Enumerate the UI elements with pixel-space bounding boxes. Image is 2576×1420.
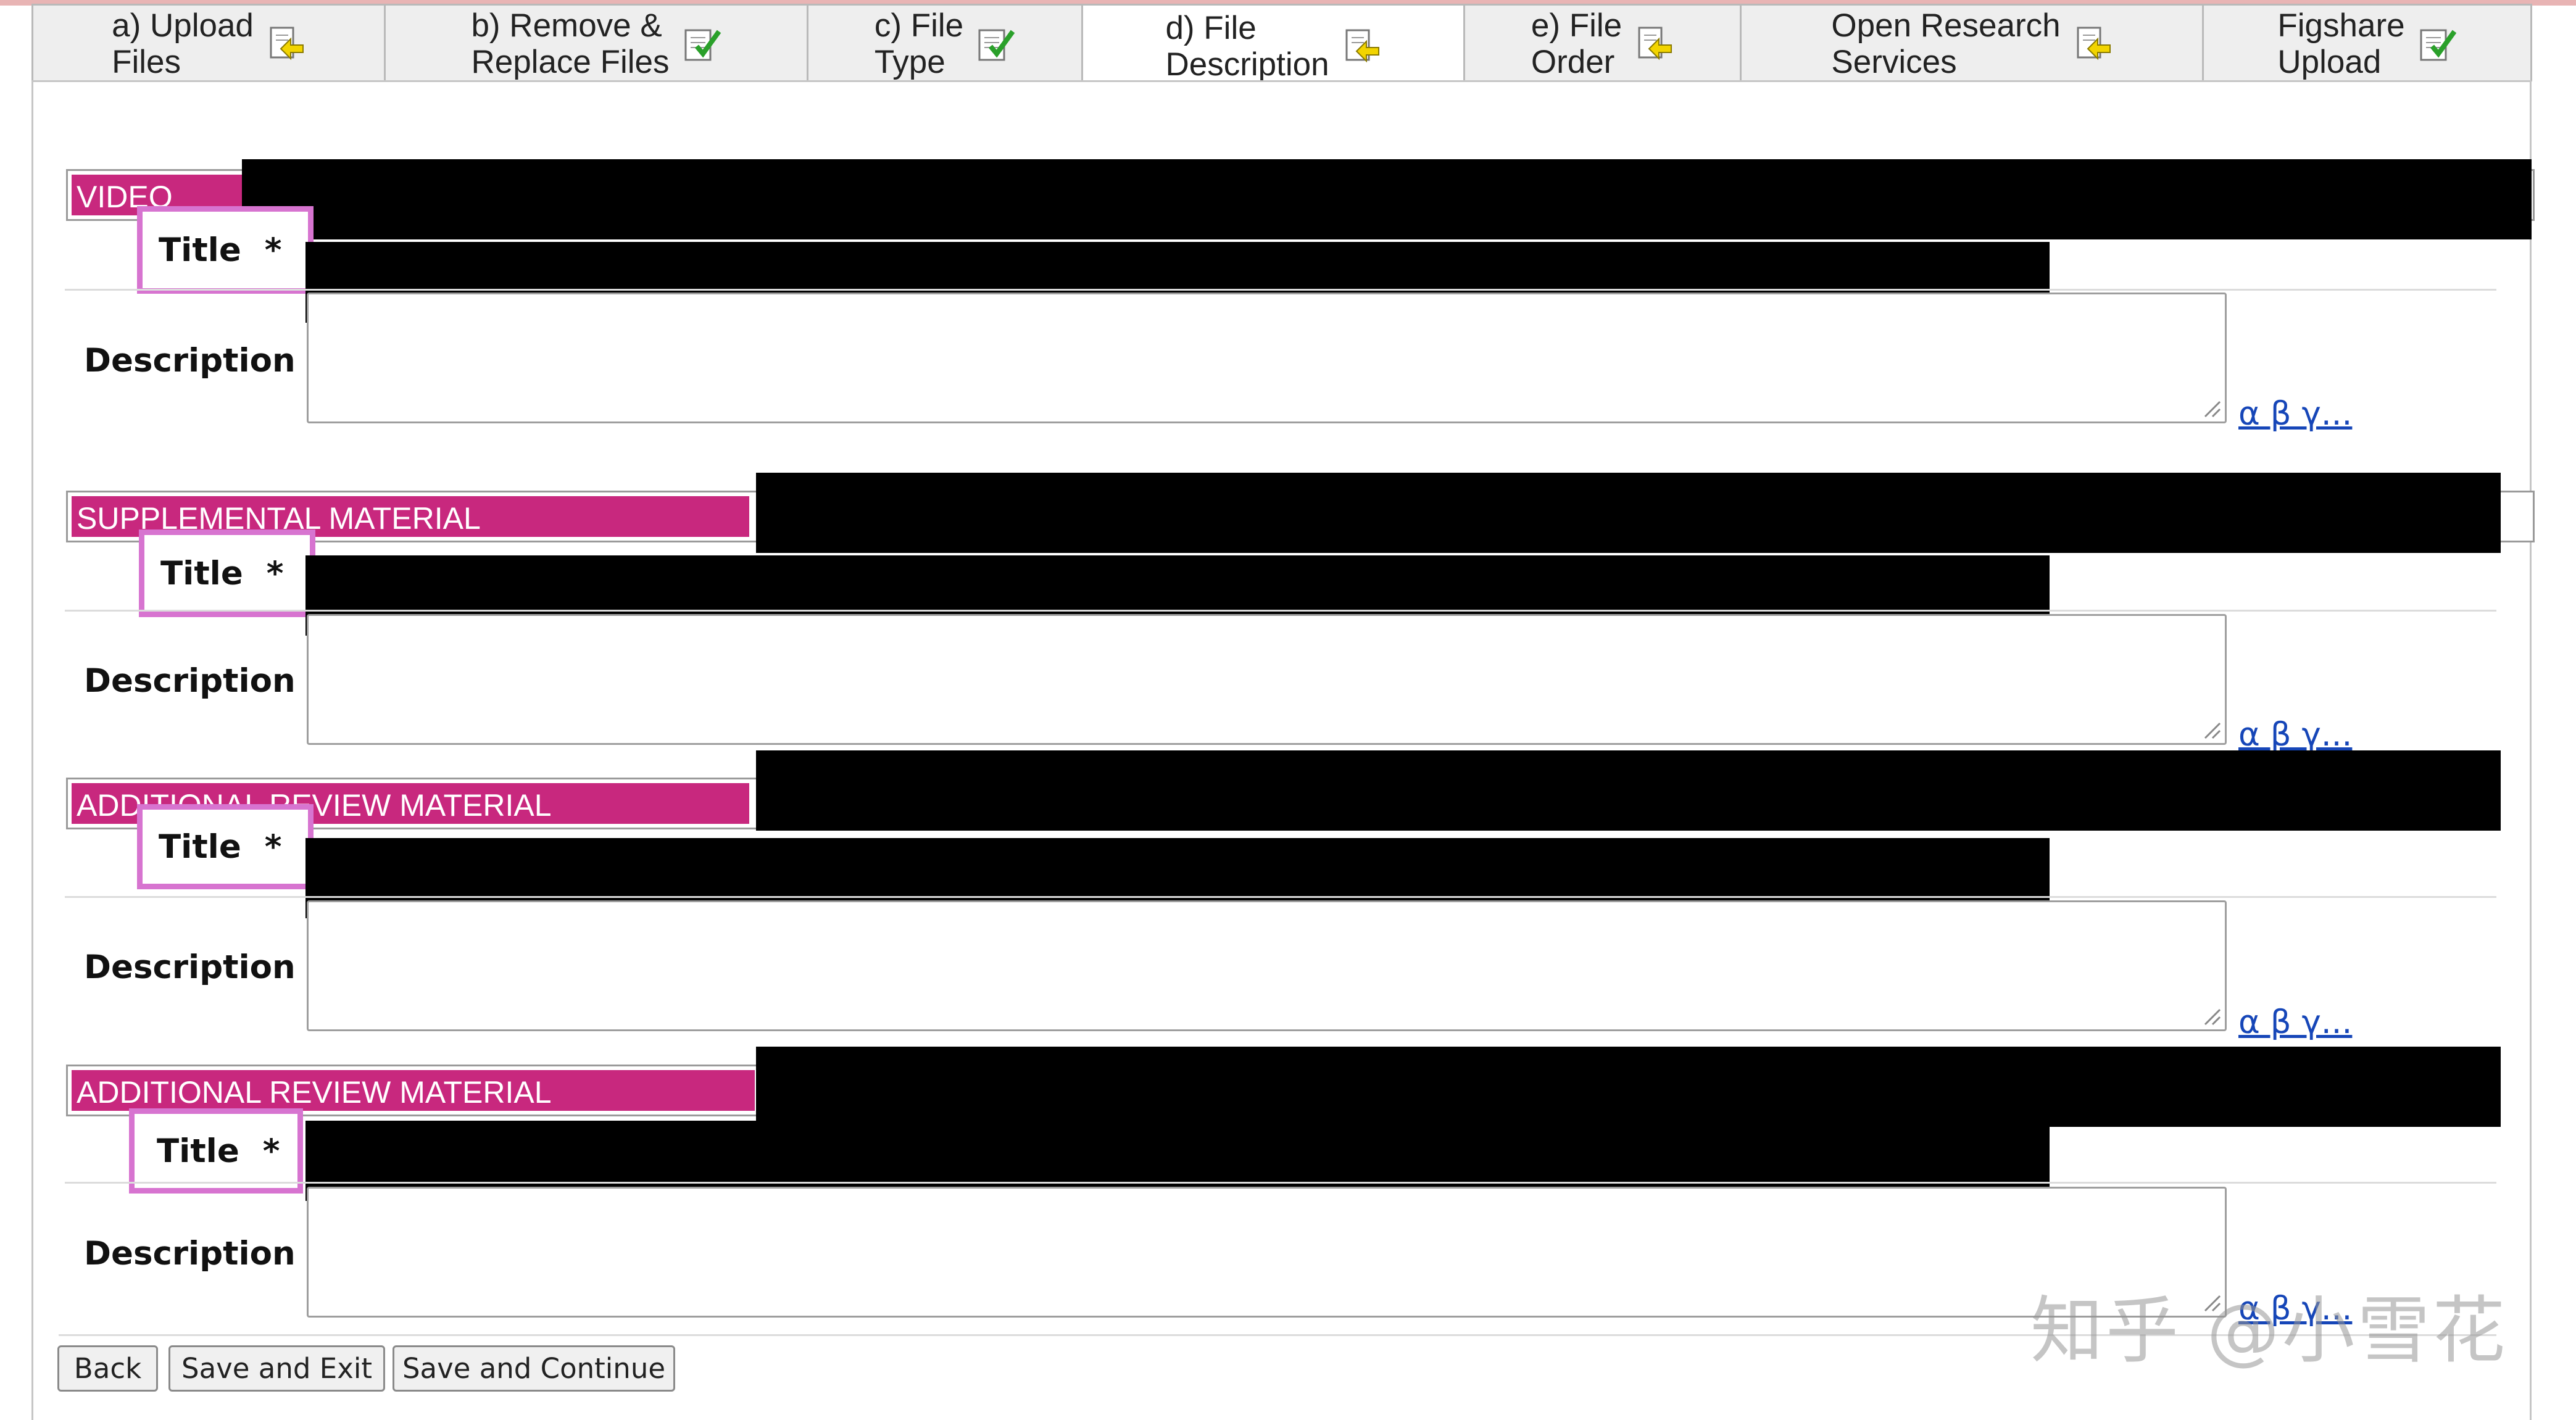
- tab-label: Open Research Services: [1831, 7, 2061, 80]
- resize-grip-icon[interactable]: [2201, 398, 2221, 418]
- tab-file-type[interactable]: c) File Type: [807, 4, 1083, 81]
- description-textarea[interactable]: [307, 1187, 2227, 1318]
- required-mark: *: [262, 1132, 280, 1170]
- title-label: Title: [159, 231, 241, 269]
- redacted-block: [756, 473, 2501, 553]
- description-label: Description: [84, 342, 296, 380]
- tab-file-description[interactable]: d) File Description: [1081, 4, 1465, 87]
- tab-remove-replace[interactable]: b) Remove & Replace Files: [384, 4, 808, 81]
- tab-label: Figshare Upload: [2277, 7, 2405, 80]
- required-mark: *: [264, 828, 282, 866]
- description-label: Description: [84, 949, 296, 986]
- title-label-box: Title *: [137, 206, 314, 294]
- row-separator: [65, 896, 2496, 898]
- row-separator: [65, 1182, 2496, 1184]
- row-separator: [65, 610, 2496, 612]
- arrow-back-icon: [2077, 27, 2111, 60]
- check-doc-icon: [978, 29, 1015, 60]
- tab-label: b) Remove & Replace Files: [471, 7, 670, 80]
- arrow-back-icon: [270, 27, 304, 60]
- resize-grip-icon[interactable]: [2201, 720, 2221, 739]
- description-textarea[interactable]: [307, 614, 2227, 745]
- title-label-box: Title *: [137, 804, 314, 889]
- back-button[interactable]: Back: [57, 1345, 158, 1392]
- special-characters-link[interactable]: α β γ...: [2238, 716, 2352, 754]
- arrow-back-icon: [1638, 27, 1672, 60]
- title-label: Title: [159, 828, 241, 866]
- tab-label: e) File Order: [1531, 7, 1622, 80]
- arrow-back-icon: [1345, 29, 1379, 63]
- special-characters-link[interactable]: α β γ...: [2238, 395, 2352, 433]
- description-label: Description: [84, 1235, 296, 1273]
- save-and-continue-button[interactable]: Save and Continue: [393, 1345, 675, 1392]
- special-characters-link[interactable]: α β γ...: [2238, 1003, 2352, 1041]
- tab-file-order[interactable]: e) File Order: [1463, 4, 1742, 81]
- section-heading: ADDITIONAL REVIEW MATERIAL: [72, 1070, 755, 1111]
- save-and-exit-button[interactable]: Save and Exit: [168, 1345, 385, 1392]
- check-doc-icon: [684, 29, 721, 60]
- tab-open-research-services[interactable]: Open Research Services: [1740, 4, 2204, 81]
- description-textarea[interactable]: [307, 293, 2227, 423]
- redacted-block: [756, 750, 2501, 831]
- tab-upload-files[interactable]: a) Upload Files: [31, 4, 386, 81]
- tab-label: d) File Description: [1165, 10, 1329, 83]
- check-doc-icon: [2420, 29, 2456, 60]
- watermark: 知乎 @小雪花: [2030, 1288, 2508, 1373]
- resize-grip-icon[interactable]: [2201, 1006, 2221, 1026]
- title-label: Title: [157, 1132, 239, 1170]
- title-label: Title: [160, 554, 243, 592]
- required-mark: *: [266, 554, 284, 592]
- tab-label: a) Upload Files: [112, 7, 254, 80]
- description-label: Description: [84, 662, 296, 700]
- tab-figshare-upload[interactable]: Figshare Upload: [2202, 4, 2532, 81]
- tab-label: c) File Type: [874, 7, 964, 80]
- description-textarea[interactable]: [307, 900, 2227, 1031]
- title-label-box: Title *: [129, 1108, 303, 1194]
- row-separator: [65, 289, 2496, 291]
- redacted-block: [756, 1047, 2501, 1127]
- title-label-box: Title *: [139, 529, 315, 617]
- redacted-block: [242, 159, 2532, 239]
- required-mark: *: [264, 231, 282, 269]
